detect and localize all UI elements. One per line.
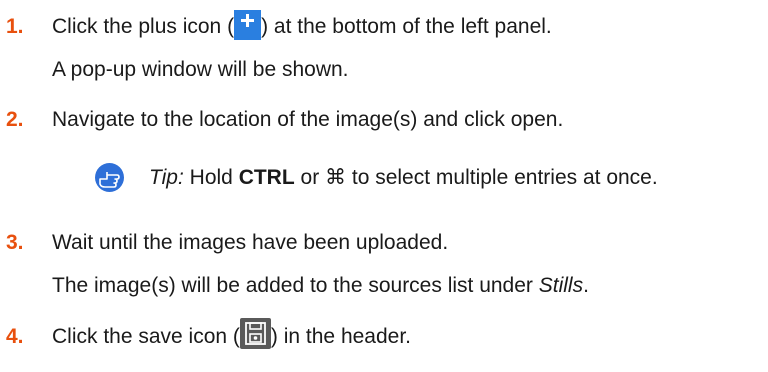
- step-text-before: Click the save icon (: [52, 325, 240, 348]
- save-icon: [239, 318, 271, 349]
- tip-text-after: to select multiple entries at once.: [346, 166, 658, 189]
- step-text: Click the save icon ( ) in the header.: [52, 318, 412, 350]
- step-text-after: ) in the header.: [270, 325, 412, 348]
- step-3-result-after: .: [583, 274, 589, 297]
- pointing-hand-icon: [95, 163, 124, 192]
- plus-icon: [234, 10, 262, 40]
- step-3-result-italic: Stills: [538, 274, 584, 297]
- step-text-before: Click the plus icon (: [52, 15, 235, 38]
- tip-key-cmd: ⌘: [325, 166, 347, 189]
- tip-key-ctrl: CTRL: [238, 166, 295, 189]
- step-number: 1.: [6, 15, 24, 38]
- step-text: Wait until the images have been uploaded…: [52, 231, 449, 254]
- step-3-result-before: The image(s) will be added to the source…: [52, 274, 539, 297]
- tip-label: Tip:: [149, 166, 184, 189]
- tip-text: Tip: Hold CTRL or ⌘ to select multiple e…: [149, 165, 658, 191]
- step-text-after: ) at the bottom of the left panel.: [261, 15, 552, 38]
- step-text: Navigate to the location of the image(s)…: [52, 108, 564, 131]
- step-3-result: The image(s) will be added to the source…: [52, 273, 589, 299]
- tip-text-mid: or: [294, 166, 326, 189]
- step-number: 3.: [6, 231, 24, 254]
- step-number: 4.: [6, 325, 24, 348]
- step-text: Click the plus icon ( ) at the bottom of …: [52, 10, 552, 40]
- step-number: 2.: [6, 108, 24, 131]
- tip-text-before: Hold: [183, 166, 239, 189]
- step-1-result: A pop-up window will be shown.: [52, 58, 349, 81]
